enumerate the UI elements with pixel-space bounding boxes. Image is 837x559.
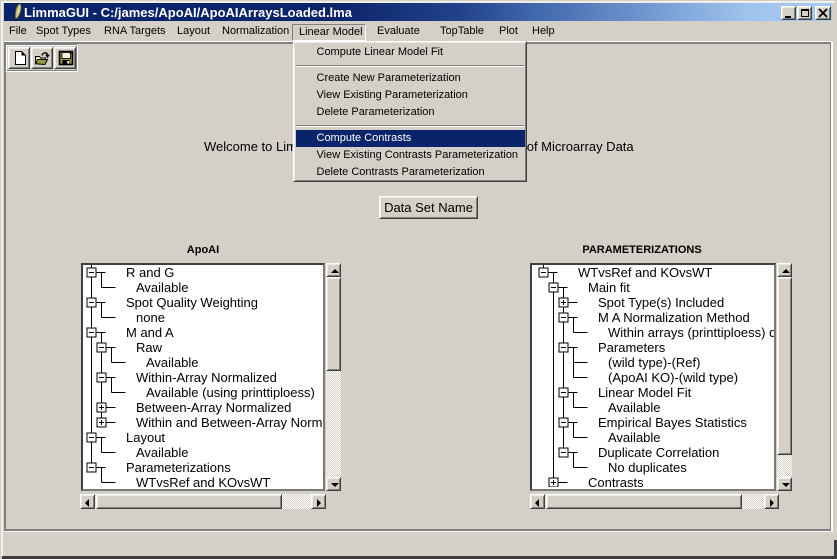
svg-text:Parameterizations: Parameterizations <box>126 460 231 475</box>
svg-text:Spot Quality Weighting: Spot Quality Weighting <box>126 295 258 310</box>
svg-text:Between-Array Normalized: Between-Array Normalized <box>136 400 291 415</box>
svg-text:M and A: M and A <box>126 325 174 340</box>
svg-text:Main fit: Main fit <box>588 280 630 295</box>
svg-text:Within-Array Normalized: Within-Array Normalized <box>136 370 277 385</box>
svg-text:Duplicate Correlation: Duplicate Correlation <box>598 445 719 460</box>
svg-text:Available: Available <box>608 400 661 415</box>
svg-text:Available: Available <box>146 355 199 370</box>
svg-text:Within arrays (printtiploess): Within arrays (printtiploess) done <box>608 325 774 340</box>
svg-text:Available: Available <box>608 430 661 445</box>
svg-text:No duplicates: No duplicates <box>608 460 687 475</box>
svg-text:Empirical Bayes Statistics: Empirical Bayes Statistics <box>598 415 747 430</box>
svg-text:Contrasts: Contrasts <box>588 475 644 487</box>
svg-text:Parameters: Parameters <box>598 340 666 355</box>
svg-text:Spot Type(s) Included: Spot Type(s) Included <box>598 295 724 310</box>
svg-text:(ApoAI KO)-(wild type): (ApoAI KO)-(wild type) <box>608 370 738 385</box>
svg-text:Linear Model Fit: Linear Model Fit <box>598 385 692 400</box>
svg-text:(wild type)-(Ref): (wild type)-(Ref) <box>608 355 700 370</box>
svg-text:WTvsRef and KOvsWT: WTvsRef and KOvsWT <box>136 475 270 487</box>
svg-text:M A Normalization Method: M A Normalization Method <box>598 310 750 325</box>
svg-text:Within and Between-Array Norma: Within and Between-Array Normalized <box>136 415 323 430</box>
svg-text:R and G: R and G <box>126 265 174 280</box>
svg-text:Raw: Raw <box>136 340 163 355</box>
svg-text:WTvsRef and KOvsWT: WTvsRef and KOvsWT <box>578 265 712 280</box>
svg-text:Available: Available <box>136 280 189 295</box>
svg-text:Layout: Layout <box>126 430 165 445</box>
svg-text:none: none <box>136 310 165 325</box>
svg-text:Available (using printtiploess: Available (using printtiploess) <box>146 385 315 400</box>
svg-text:Available: Available <box>136 445 189 460</box>
